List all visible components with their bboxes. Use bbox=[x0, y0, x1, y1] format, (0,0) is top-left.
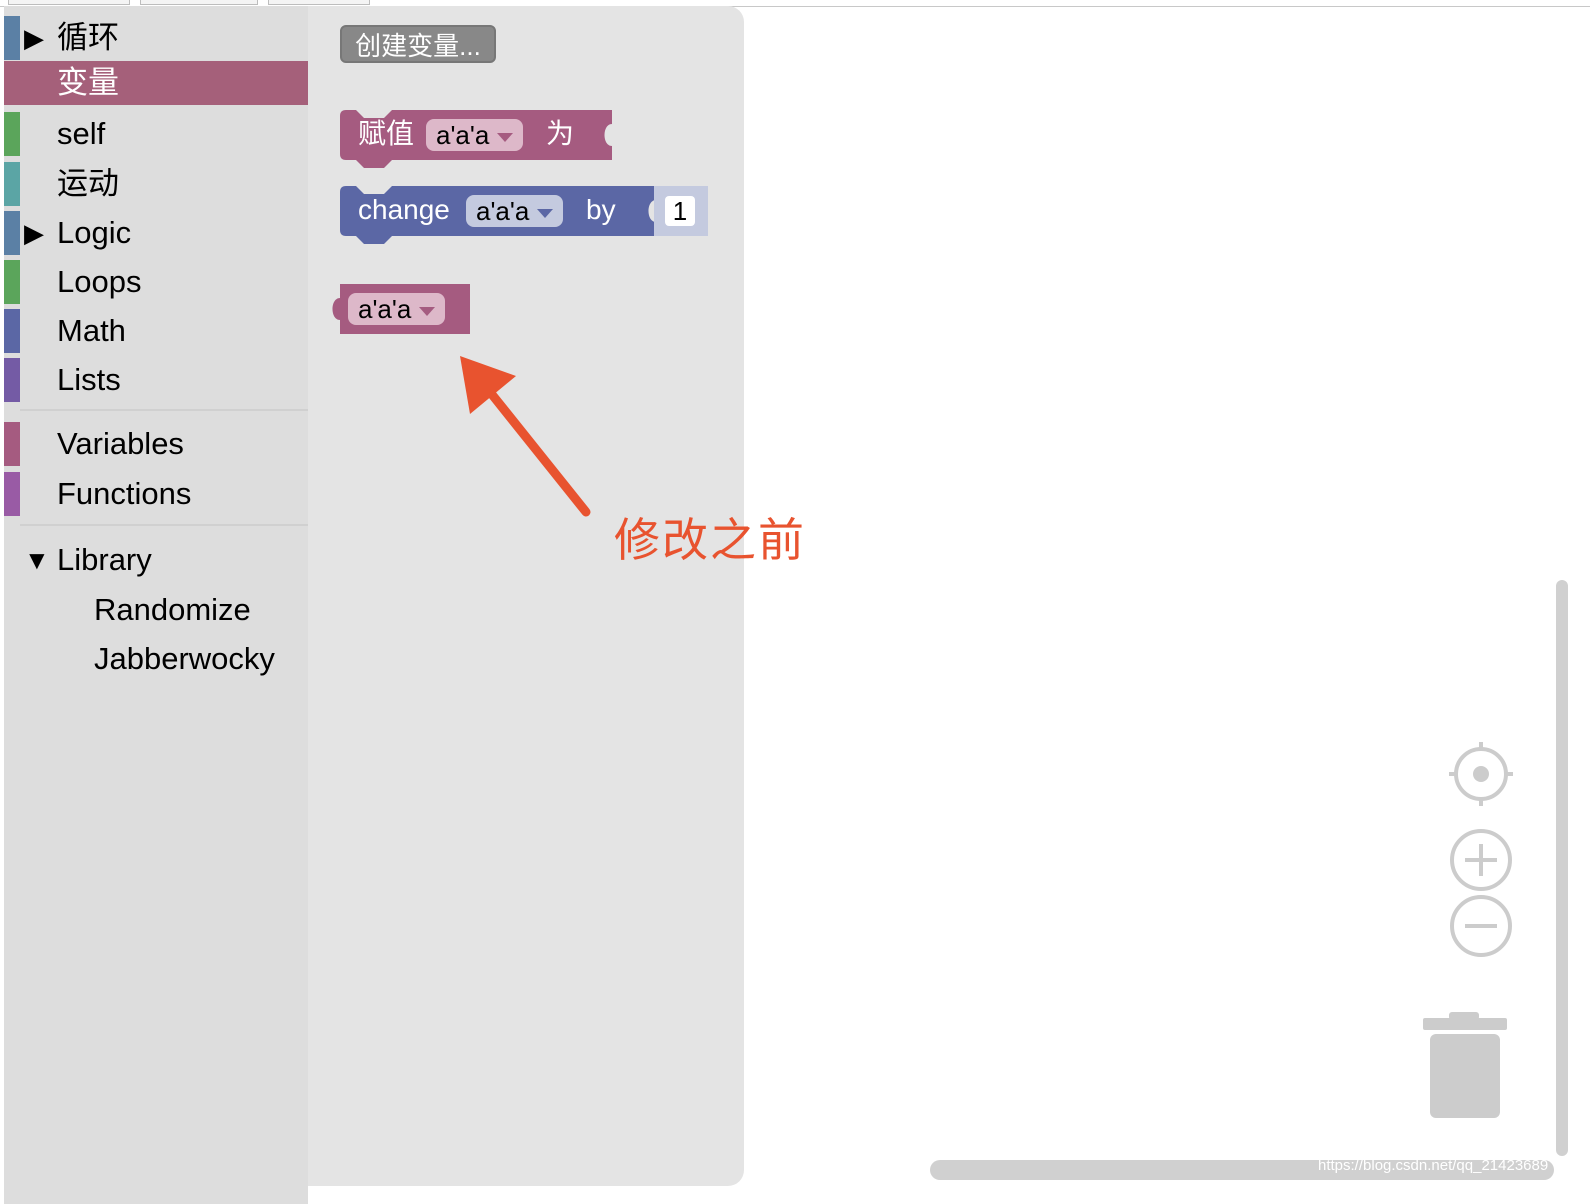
change-amount-input[interactable]: 1 bbox=[665, 196, 695, 226]
change-variable-block[interactable]: change a'a'a by 1 bbox=[340, 186, 708, 244]
category-label: Logic bbox=[57, 215, 132, 250]
toolbox-category-loop-cn[interactable]: ▶ 循环 bbox=[4, 16, 308, 60]
category-label: Math bbox=[57, 313, 126, 348]
category-label: Functions bbox=[57, 476, 192, 511]
trash-icon[interactable] bbox=[1421, 1010, 1511, 1120]
toolbox-category-loops[interactable]: Loops bbox=[4, 260, 308, 304]
block-flyout bbox=[308, 6, 744, 1186]
variable-name: a'a'a bbox=[358, 294, 412, 324]
top-tab-1[interactable] bbox=[8, 0, 130, 5]
category-color-bar bbox=[4, 162, 20, 206]
toolbox-category-math[interactable]: Math bbox=[4, 309, 308, 353]
expand-arrow-icon[interactable]: ▶ bbox=[24, 23, 44, 53]
category-color-bar bbox=[4, 211, 20, 255]
toolbox-category-library[interactable]: ▼ Library bbox=[4, 538, 308, 582]
category-label: Variables bbox=[57, 426, 184, 461]
change-block-by-label: by bbox=[586, 194, 616, 225]
top-tab-3[interactable] bbox=[268, 0, 370, 5]
category-color-bar bbox=[4, 309, 20, 353]
set-block-suffix: 为 bbox=[546, 118, 575, 149]
set-variable-block[interactable]: 赋值 a'a'a 为 bbox=[340, 110, 612, 168]
category-color-bar bbox=[4, 61, 20, 105]
category-color-bar bbox=[4, 260, 20, 304]
change-block-prefix: change bbox=[358, 194, 450, 225]
category-label: Library bbox=[57, 542, 152, 577]
toolbox: ▶ 循环 变量 self 运动 ▶ Logic Loops Math Lists… bbox=[4, 6, 308, 1204]
toolbox-category-jabberwocky[interactable]: Jabberwocky bbox=[4, 637, 308, 681]
collapse-arrow-icon[interactable]: ▼ bbox=[24, 545, 50, 575]
expand-arrow-icon[interactable]: ▶ bbox=[24, 218, 44, 248]
category-label: Jabberwocky bbox=[94, 641, 275, 676]
category-label: self bbox=[57, 116, 106, 151]
category-label: 循环 bbox=[57, 20, 119, 55]
toolbox-category-logic[interactable]: ▶ Logic bbox=[4, 211, 308, 255]
category-color-bar bbox=[4, 472, 20, 516]
zoom-out-icon[interactable] bbox=[1447, 892, 1515, 960]
variable-dropdown[interactable]: a'a'a bbox=[348, 293, 446, 325]
toolbox-category-variable-cn[interactable]: 变量 bbox=[4, 61, 308, 105]
category-label: Loops bbox=[57, 264, 142, 299]
category-label: 运动 bbox=[57, 166, 119, 201]
get-variable-block[interactable]: a'a'a bbox=[324, 284, 472, 334]
zoom-in-icon[interactable] bbox=[1447, 826, 1515, 894]
toolbox-category-randomize[interactable]: Randomize bbox=[4, 588, 308, 632]
category-color-bar bbox=[4, 358, 20, 402]
dropdown-arrow-icon bbox=[419, 306, 436, 316]
toolbox-category-functions[interactable]: Functions bbox=[4, 472, 308, 516]
toolbox-category-self[interactable]: self bbox=[4, 112, 308, 156]
category-color-bar bbox=[4, 422, 20, 466]
create-variable-button[interactable]: 创建变量... bbox=[340, 25, 496, 63]
toolbox-separator bbox=[20, 409, 308, 411]
variable-dropdown[interactable]: a'a'a bbox=[466, 195, 564, 227]
dropdown-arrow-icon bbox=[537, 208, 554, 218]
toolbox-category-variables[interactable]: Variables bbox=[4, 422, 308, 466]
top-tab-2[interactable] bbox=[140, 0, 258, 5]
toolbox-category-motion-cn[interactable]: 运动 bbox=[4, 162, 308, 206]
recenter-icon[interactable] bbox=[1447, 740, 1515, 808]
toolbox-separator bbox=[20, 524, 308, 526]
category-color-bar bbox=[4, 16, 20, 60]
category-label: Randomize bbox=[94, 592, 251, 627]
variable-name: a'a'a bbox=[436, 120, 490, 150]
category-color-bar bbox=[4, 112, 20, 156]
category-label: Lists bbox=[57, 362, 121, 397]
category-label: 变量 bbox=[57, 65, 119, 100]
variable-name: a'a'a bbox=[476, 196, 530, 226]
dropdown-arrow-icon bbox=[497, 132, 514, 142]
workspace-vertical-scrollbar[interactable] bbox=[1556, 580, 1568, 1156]
variable-dropdown[interactable]: a'a'a bbox=[426, 119, 524, 151]
watermark-text: https://blog.csdn.net/qq_21423689 bbox=[1318, 1157, 1549, 1174]
set-block-prefix: 赋值 bbox=[358, 118, 415, 149]
annotation-label: 修改之前 bbox=[614, 514, 806, 566]
toolbox-category-lists[interactable]: Lists bbox=[4, 358, 308, 402]
